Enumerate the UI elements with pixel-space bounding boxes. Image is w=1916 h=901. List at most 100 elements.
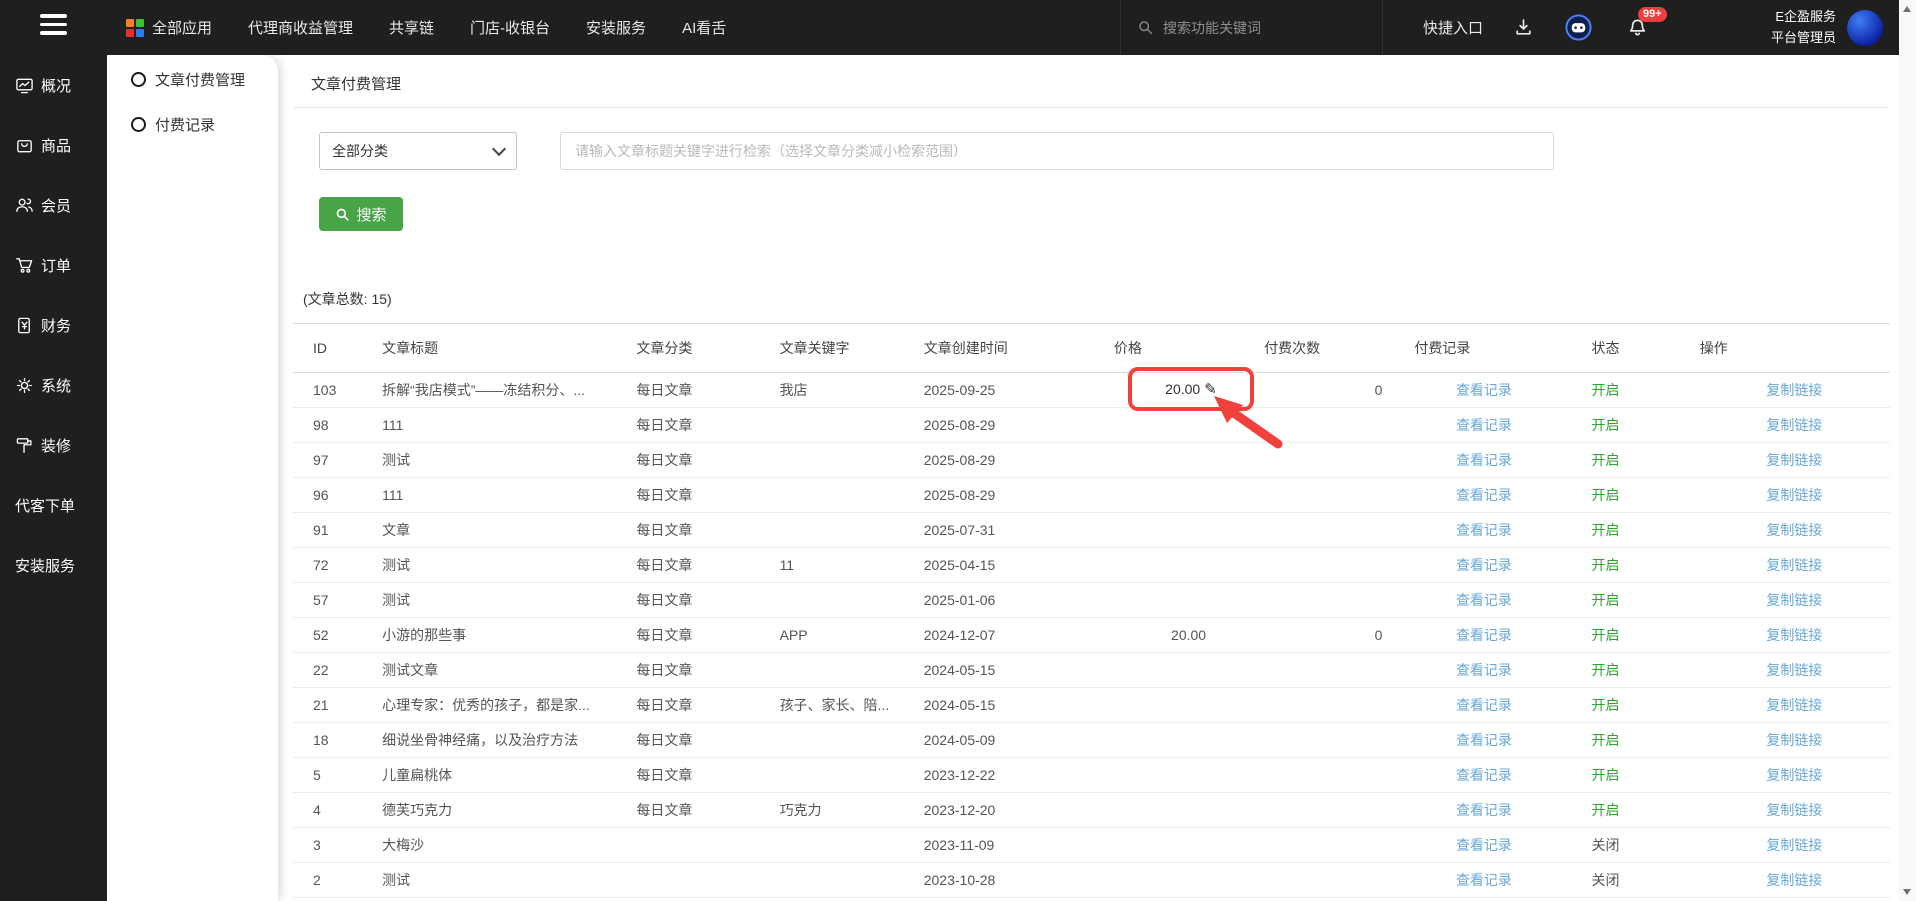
topnav-item-2[interactable]: 代理商收益管理 <box>248 17 353 38</box>
status-text[interactable]: 开启 <box>1592 697 1620 713</box>
goods-icon <box>15 136 34 155</box>
topnav-item-4[interactable]: 门店-收银台 <box>470 17 550 38</box>
copy-link-button[interactable]: 复制链接 <box>1766 382 1822 398</box>
copy-link-button[interactable]: 复制链接 <box>1766 662 1822 678</box>
status-text[interactable]: 开启 <box>1592 592 1620 608</box>
status-text[interactable]: 开启 <box>1592 627 1620 643</box>
status-text[interactable]: 开启 <box>1592 557 1620 573</box>
status-text[interactable]: 开启 <box>1592 732 1620 748</box>
ai-assistant-icon[interactable] <box>1564 13 1593 42</box>
apps-grid-icon <box>126 19 144 37</box>
view-records-link[interactable]: 查看记录 <box>1456 662 1512 678</box>
copy-link-button[interactable]: 复制链接 <box>1766 522 1822 538</box>
user-role: 平台管理员 <box>1771 28 1836 49</box>
topnav-item-1[interactable]: 全部应用 <box>126 17 212 38</box>
copy-link-button[interactable]: 复制链接 <box>1766 837 1822 853</box>
keyword-search-input[interactable] <box>560 132 1554 170</box>
topnav-item-5[interactable]: 安装服务 <box>586 17 646 38</box>
view-records-link[interactable]: 查看记录 <box>1456 382 1512 398</box>
quick-entry-link[interactable]: 快捷入口 <box>1423 17 1483 38</box>
status-text[interactable]: 开启 <box>1592 522 1620 538</box>
view-records-link[interactable]: 查看记录 <box>1456 767 1512 783</box>
scrollbar[interactable] <box>1899 0 1916 901</box>
copy-link-button[interactable]: 复制链接 <box>1766 802 1822 818</box>
article-created-cell: 2024-05-15 <box>905 653 1114 688</box>
view-records-link[interactable]: 查看记录 <box>1456 732 1512 748</box>
article-created-cell: 2025-09-25 <box>905 373 1114 408</box>
search-button[interactable]: 搜索 <box>319 197 403 231</box>
sidebar-item-decorate[interactable]: 装修 <box>0 415 107 475</box>
pay-record-cell: 查看记录 <box>1414 688 1554 723</box>
action-cell: 复制链接 <box>1700 443 1890 478</box>
copy-link-button[interactable]: 复制链接 <box>1766 557 1822 573</box>
article-title-cell: 111 <box>363 478 617 513</box>
view-records-link[interactable]: 查看记录 <box>1456 452 1512 468</box>
copy-link-button[interactable]: 复制链接 <box>1766 417 1822 433</box>
copy-link-button[interactable]: 复制链接 <box>1766 592 1822 608</box>
sidebar-item-label: 装修 <box>41 435 71 456</box>
topnav-item-3[interactable]: 共享链 <box>389 17 434 38</box>
status-text[interactable]: 开启 <box>1592 662 1620 678</box>
sidebar-item-order[interactable]: 订单 <box>0 235 107 295</box>
pay-record-cell: 查看记录 <box>1414 793 1554 828</box>
status-text[interactable]: 开启 <box>1592 382 1620 398</box>
copy-link-button[interactable]: 复制链接 <box>1766 732 1822 748</box>
status-cell: 开启 <box>1555 653 1700 688</box>
scroll-down-arrow-icon[interactable] <box>1903 889 1911 895</box>
status-cell: 开启 <box>1555 548 1700 583</box>
avatar[interactable] <box>1847 10 1883 46</box>
status-text[interactable]: 开启 <box>1592 452 1620 468</box>
column-header: 文章分类 <box>617 324 760 373</box>
sidebar-item-goods[interactable]: 商品 <box>0 115 107 175</box>
action-cell: 复制链接 <box>1700 793 1890 828</box>
status-text[interactable]: 关闭 <box>1592 837 1620 853</box>
view-records-link[interactable]: 查看记录 <box>1456 697 1512 713</box>
hamburger-menu-icon[interactable] <box>40 14 67 35</box>
view-records-link[interactable]: 查看记录 <box>1456 592 1512 608</box>
copy-link-button[interactable]: 复制链接 <box>1766 452 1822 468</box>
copy-link-button[interactable]: 复制链接 <box>1766 487 1822 503</box>
copy-link-button[interactable]: 复制链接 <box>1766 767 1822 783</box>
category-select[interactable]: 全部分类 <box>319 132 517 170</box>
status-text[interactable]: 开启 <box>1592 802 1620 818</box>
view-records-link[interactable]: 查看记录 <box>1456 487 1512 503</box>
sidebar-item-proxy-order[interactable]: 代客下单 <box>0 475 107 535</box>
topnav-item-6[interactable]: AI看舌 <box>682 17 726 38</box>
notifications-bell[interactable]: 99+ <box>1627 17 1648 38</box>
sidebar-item-install-service[interactable]: 安装服务 <box>0 535 107 595</box>
article-category-cell: 每日文章 <box>617 723 760 758</box>
edit-price-icon[interactable]: ✎ <box>1204 380 1217 398</box>
scroll-up-arrow-icon[interactable] <box>1903 6 1911 12</box>
sidebar-item-member[interactable]: 会员 <box>0 175 107 235</box>
action-cell: 复制链接 <box>1700 513 1890 548</box>
view-records-link[interactable]: 查看记录 <box>1456 522 1512 538</box>
copy-link-button[interactable]: 复制链接 <box>1766 627 1822 643</box>
article-title-cell: 拆解“我店模式”——冻结积分、... <box>363 373 617 408</box>
submenu-item-2[interactable]: 付费记录 <box>107 102 278 147</box>
user-info[interactable]: E企盈服务 平台管理员 <box>1771 7 1836 49</box>
submenu-item-1[interactable]: 文章付费管理 <box>107 57 278 102</box>
global-search-input[interactable]: 搜索功能关键词 <box>1120 0 1383 55</box>
view-records-link[interactable]: 查看记录 <box>1456 417 1512 433</box>
status-text[interactable]: 开启 <box>1592 767 1620 783</box>
view-records-link[interactable]: 查看记录 <box>1456 837 1512 853</box>
view-records-link[interactable]: 查看记录 <box>1456 802 1512 818</box>
main-sidebar: 概况商品会员订单财务系统装修代客下单安装服务 <box>0 55 107 901</box>
pay-count-cell <box>1264 828 1414 863</box>
sidebar-item-finance[interactable]: 财务 <box>0 295 107 355</box>
view-records-link[interactable]: 查看记录 <box>1456 557 1512 573</box>
sidebar-item-system[interactable]: 系统 <box>0 355 107 415</box>
copy-link-button[interactable]: 复制链接 <box>1766 872 1822 888</box>
filter-row: 全部分类 <box>319 132 1899 170</box>
download-icon[interactable] <box>1513 17 1534 38</box>
copy-link-button[interactable]: 复制链接 <box>1766 697 1822 713</box>
price-cell <box>1114 863 1264 898</box>
status-text[interactable]: 关闭 <box>1592 872 1620 888</box>
view-records-link[interactable]: 查看记录 <box>1456 627 1512 643</box>
pay-record-cell: 查看记录 <box>1414 758 1554 793</box>
status-text[interactable]: 开启 <box>1592 417 1620 433</box>
action-cell: 复制链接 <box>1700 373 1890 408</box>
status-text[interactable]: 开启 <box>1592 487 1620 503</box>
sidebar-item-overview[interactable]: 概况 <box>0 55 107 115</box>
view-records-link[interactable]: 查看记录 <box>1456 872 1512 888</box>
